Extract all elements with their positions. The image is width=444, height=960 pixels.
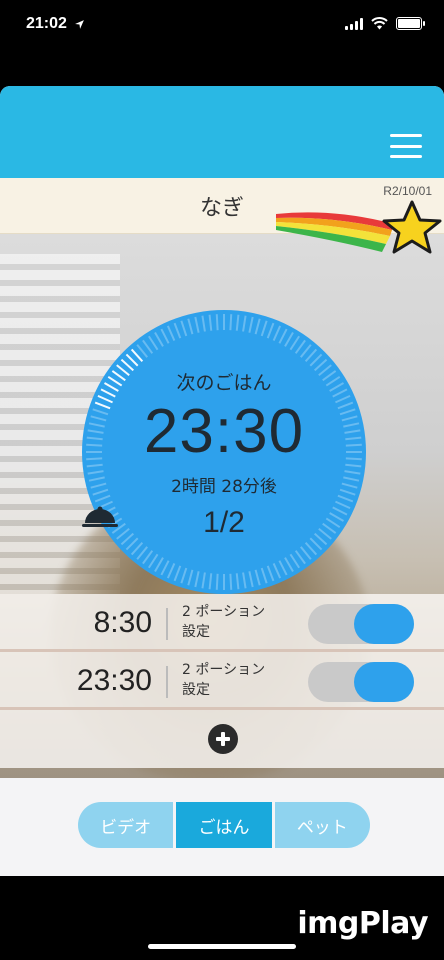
schedule-toggle[interactable] — [308, 662, 414, 702]
schedule-time: 23:30 — [76, 664, 152, 697]
watermark: imgPlay — [297, 906, 428, 941]
header-bar — [0, 86, 444, 178]
wifi-icon — [371, 17, 388, 30]
divider — [166, 666, 168, 698]
status-bar: 21:02 — [0, 0, 444, 52]
battery-icon — [396, 17, 425, 30]
schedule-portion-line1: 2 ポーション — [182, 662, 266, 678]
divider — [166, 608, 168, 640]
home-indicator[interactable] — [148, 944, 296, 949]
food-bowl-icon — [82, 506, 118, 527]
schedule-portion-line2: 設定 — [182, 624, 210, 640]
schedule-portion: 2 ポーション 設定 — [182, 602, 265, 642]
tab-video[interactable]: ビデオ — [78, 802, 174, 848]
app-window: なぎ R2/10/01 次のごはん 23:30 2時間 28分後 1/2 8:3… — [0, 86, 444, 876]
schedule-row[interactable]: 23:30 2 ポーション 設定 — [0, 652, 444, 710]
plus-icon[interactable] — [208, 724, 238, 754]
next-meal-countdown: 2時間 28分後 — [171, 477, 277, 497]
schedule-row[interactable]: 8:30 2 ポーション 設定 — [0, 594, 444, 652]
next-meal-time: 23:30 — [143, 397, 305, 466]
schedule-portion-line1: 2 ポーション — [182, 604, 266, 620]
schedule-time: 8:30 — [93, 606, 152, 639]
next-meal-dial: 次のごはん 23:30 2時間 28分後 1/2 — [82, 310, 366, 594]
tab-bar: ビデオ ごはん ペット — [78, 802, 370, 848]
shooting-star-icon — [276, 200, 442, 254]
portion-progress: 1/2 — [203, 506, 245, 539]
schedule-portion-line2: 設定 — [182, 682, 210, 698]
tab-meal[interactable]: ごはん — [176, 802, 272, 848]
schedule-portion: 2 ポーション 設定 — [182, 660, 265, 700]
location-arrow-icon — [75, 20, 84, 29]
next-meal-heading: 次のごはん — [176, 372, 272, 394]
status-time: 21:02 — [26, 15, 67, 32]
hamburger-menu-icon[interactable] — [390, 134, 422, 158]
tab-pet[interactable]: ペット — [274, 802, 370, 848]
signal-icon — [345, 17, 363, 30]
add-schedule-row — [0, 710, 444, 768]
schedule-list: 8:30 2 ポーション 設定 23:30 2 ポーション 設定 — [0, 594, 444, 768]
schedule-toggle[interactable] — [308, 604, 414, 644]
